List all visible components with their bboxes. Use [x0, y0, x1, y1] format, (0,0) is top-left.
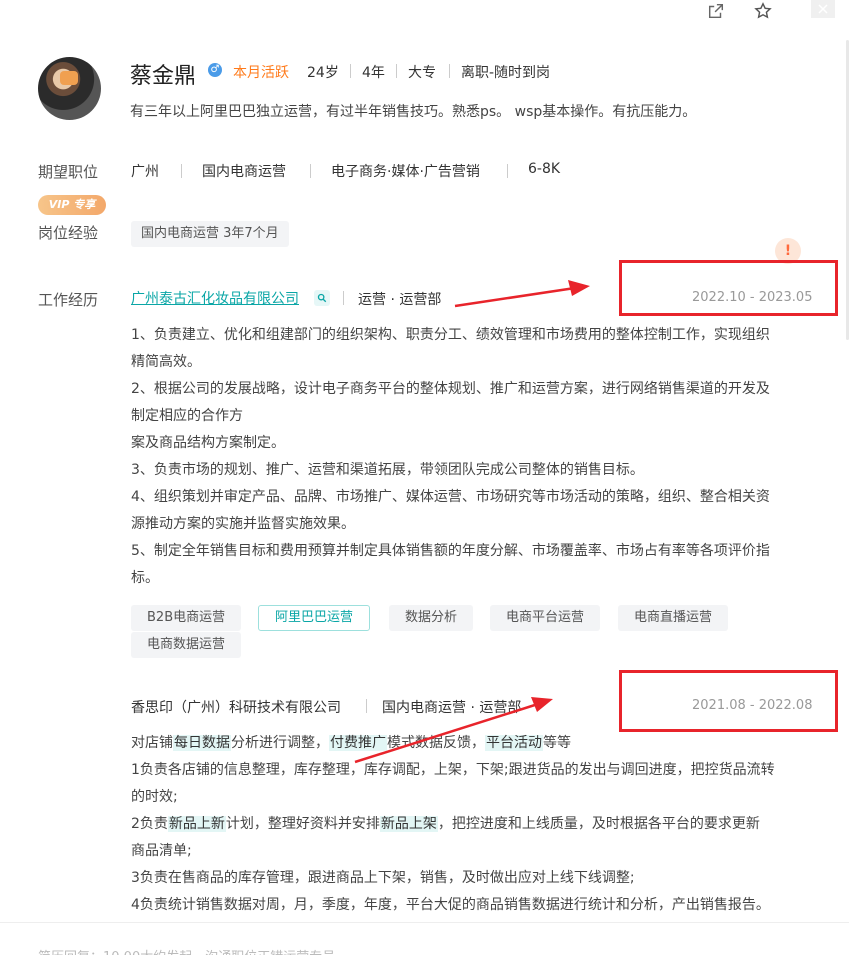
- position-experience-value: 国内电商运营 3年7个月: [131, 221, 289, 247]
- description-line: 标。: [131, 570, 159, 586]
- candidate-name: 蔡金鼎: [130, 64, 197, 89]
- job-status: 离职-随时到岗: [461, 65, 551, 81]
- description-line: 4、组织策划并审定产品、品牌、市场推广、媒体运营、市场研究等市场活动的策略，组织…: [131, 489, 770, 505]
- description-line: 4负责统计销售数据对周，月，季度，年度，平台大促的商品销售数据进行统计和分析，产…: [131, 897, 770, 913]
- job-title: 国内电商运营 · 运营部: [382, 700, 522, 716]
- experience-years: 4年: [362, 65, 385, 81]
- expected-industry: 电子商务·媒体·广告营销: [331, 164, 480, 180]
- annotation-box: [619, 670, 838, 732]
- description-line: 精简高效。: [131, 354, 201, 370]
- expected-position: 国内电商运营: [202, 164, 286, 180]
- skill-tag[interactable]: 电商数据运营: [131, 632, 242, 658]
- description-line: 的时效;: [131, 789, 178, 805]
- arrow-icon: [454, 280, 590, 308]
- skill-tag[interactable]: 阿里巴巴运营: [258, 605, 371, 631]
- divider: [507, 164, 508, 178]
- position-experience-label: 岗位经验: [38, 224, 99, 242]
- job-description: 1、负责建立、优化和组建部门的组织架构、职责分工、绩效管理和市场费用的整体控制工…: [131, 322, 770, 592]
- description-line: 案及商品结构方案制定。: [131, 435, 285, 451]
- description-line: 对店铺每日数据分析进行调整，付费推广模式数据反馈，平台活动等等: [131, 735, 571, 751]
- close-icon: [818, 4, 828, 14]
- description-line: 2、根据公司的发展战略，设计电子商务平台的整体规划、推广和运营方案，进行网络销售…: [131, 381, 770, 397]
- star-icon[interactable]: [751, 0, 775, 22]
- divider: [0, 922, 849, 923]
- profile-summary: 有三年以上阿里巴巴独立运营，有过半年销售技巧。熟悉ps。 wsp基本操作。有抗压…: [130, 104, 697, 120]
- company-link[interactable]: 广州泰古汇化妆品有限公司: [131, 288, 299, 308]
- skill-tag[interactable]: 数据分析: [389, 605, 474, 631]
- share-icon[interactable]: [704, 0, 728, 22]
- skill-tag[interactable]: B2B电商运营: [131, 605, 242, 631]
- education: 大专: [408, 65, 436, 81]
- skill-tag[interactable]: 电商平台运营: [490, 605, 601, 631]
- expectation-label: 期望职位: [38, 163, 99, 181]
- description-line: 1、负责建立、优化和组建部门的组织架构、职责分工、绩效管理和市场费用的整体控制工…: [131, 327, 770, 343]
- divider: [310, 164, 311, 178]
- male-icon: ♂: [208, 63, 222, 77]
- active-status: 本月活跃: [233, 65, 289, 81]
- divider: [449, 64, 450, 78]
- description-line: 1负责各店铺的信息整理，库存整理，库存调配，上架，下架;跟进货品的发出与调回进度…: [131, 762, 775, 778]
- vip-badge: VIP 专享: [38, 195, 106, 215]
- job-description: 对店铺每日数据分析进行调整，付费推广模式数据反馈，平台活动等等 1负责各店铺的信…: [131, 730, 775, 919]
- description-line: 2负责新品上新计划，整理好资料并安排新品上架，把控进度和上线质量，及时根据各平台…: [131, 816, 760, 832]
- job-title: 运营 · 运营部: [358, 292, 442, 308]
- description-line: 3负责在售商品的库存管理，跟进商品上下架，销售，及时做出应对上线下线调整;: [131, 870, 635, 886]
- company-name: 香思印（广州）科研技术有限公司: [131, 700, 341, 716]
- description-line: 3、负责市场的规划、推广、运营和渠道拓展，带领团队完成公司整体的销售目标。: [131, 462, 644, 478]
- divider: [396, 64, 397, 78]
- top-bar: [0, 0, 849, 30]
- divider: [343, 291, 344, 305]
- expected-salary: 6-8K: [528, 161, 561, 177]
- footer-text: 简历回复：10.00大约发起，沟通职位正错运营专员: [38, 946, 335, 955]
- expected-city: 广州: [131, 164, 159, 180]
- description-line: 5、制定全年销售目标和费用预算并制定具体销售额的年度分解、市场覆盖率、市场占有率…: [131, 543, 770, 559]
- skill-tag[interactable]: 电商直播运营: [618, 605, 729, 631]
- divider: [350, 64, 351, 78]
- description-line: 商品清单;: [131, 843, 192, 859]
- description-line: 制定相应的合作方: [131, 408, 243, 424]
- avatar: [38, 57, 101, 120]
- work-history-label: 工作经历: [38, 291, 99, 309]
- divider: [181, 164, 182, 178]
- age: 24岁: [307, 65, 339, 81]
- divider: [366, 699, 367, 713]
- search-icon[interactable]: [314, 290, 330, 306]
- annotation-box: [619, 260, 838, 316]
- description-line: 源推动方案的实施并监督实施效果。: [131, 516, 355, 532]
- close-button[interactable]: [811, 0, 835, 18]
